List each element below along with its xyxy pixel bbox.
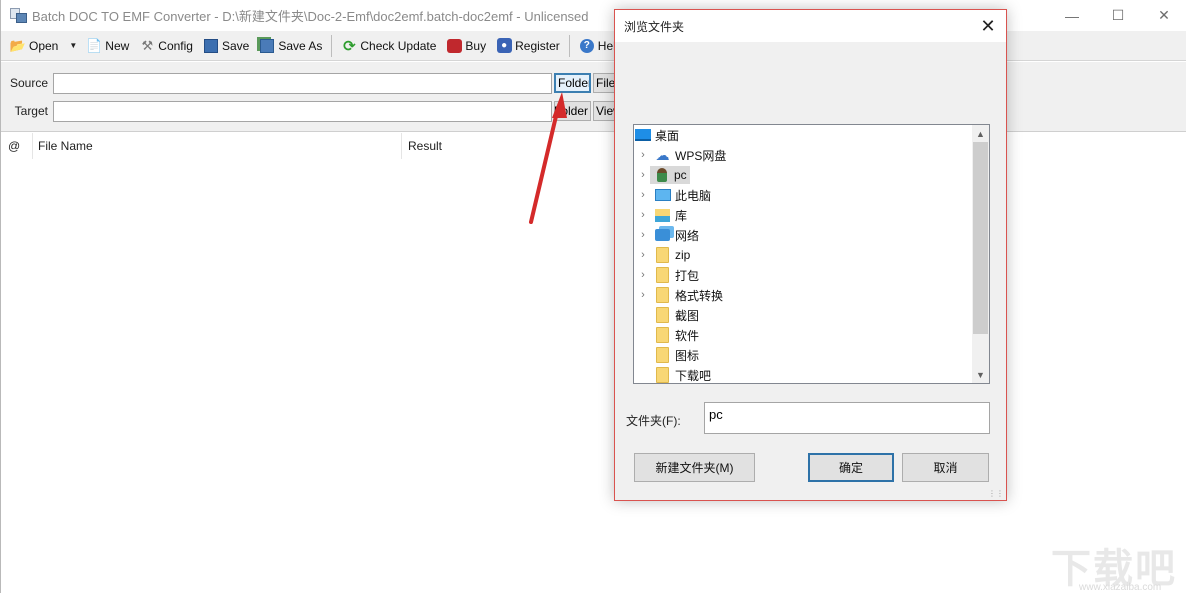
app-icon (10, 7, 28, 24)
scrollbar-thumb[interactable] (973, 142, 988, 334)
user-folder-icon (653, 167, 670, 183)
source-label: Source (9, 76, 48, 90)
tools-icon: ⚒ (141, 37, 154, 53)
file-list-header: @ File Name Result (1, 133, 1186, 159)
tree-item-wps-drive[interactable]: › ☁ WPS网盘 (634, 145, 970, 165)
selected-highlight: pc (650, 166, 690, 184)
tree-item-zip[interactable]: › zip (634, 245, 970, 265)
scroll-up-icon[interactable]: ▲ (972, 125, 989, 142)
toolbar-separator (331, 34, 333, 57)
expand-chevron-icon[interactable]: › (636, 249, 650, 261)
user-icon: ● (496, 38, 512, 54)
dialog-close-button[interactable]: ✕ (976, 14, 1000, 38)
folder-icon (654, 287, 671, 303)
maximize-button[interactable]: ☐ (1095, 0, 1141, 31)
help-icon: ? (579, 38, 595, 54)
ok-button[interactable]: 确定 (808, 453, 894, 482)
target-label: Target (14, 104, 48, 118)
browse-folder-dialog: 浏览文件夹 ✕ 桌面 › ☁ WPS网盘 › pc › 此电脑 › 库 › 网络… (614, 9, 1007, 501)
network-icon (654, 227, 671, 243)
config-button[interactable]: ⚒ Config (136, 34, 196, 58)
title-bar: Batch DOC TO EMF Converter - D:\新建文件夹\Do… (1, 0, 1186, 31)
expand-chevron-icon[interactable]: › (636, 169, 650, 181)
expand-chevron-icon[interactable]: › (636, 209, 650, 221)
new-document-icon: 📄 (86, 37, 103, 53)
floppy-save-icon (203, 38, 219, 54)
tree-item-pc[interactable]: › pc (634, 165, 970, 185)
open-dropdown-icon[interactable]: ▼ (69, 41, 77, 50)
folder-name-input[interactable]: pc (704, 402, 990, 434)
tree-item-xiazaiba[interactable]: 下载吧 (634, 365, 970, 383)
close-button[interactable]: ✕ (1141, 0, 1186, 31)
new-button[interactable]: 📄 New (83, 34, 132, 58)
expand-chevron-icon[interactable]: › (636, 269, 650, 281)
tree-item-software[interactable]: 软件 (634, 325, 970, 345)
library-icon (654, 207, 671, 223)
tree-item-this-pc[interactable]: › 此电脑 (634, 185, 970, 205)
save-as-icon (259, 38, 275, 54)
tree-item-icons[interactable]: 图标 (634, 345, 970, 365)
dialog-title: 浏览文件夹 (624, 19, 685, 34)
resize-grip-icon[interactable]: ⋮⋮ (988, 489, 1004, 498)
cancel-button[interactable]: 取消 (902, 453, 989, 482)
target-view-button[interactable]: View (593, 101, 615, 121)
toolbar: 📂 Open ▼ 📄 New ⚒ Config Save Save As ⟳ C… (1, 31, 1186, 61)
tree-scrollbar[interactable]: ▲ ▼ (972, 125, 989, 383)
folder-icon (654, 347, 671, 363)
minimize-button[interactable]: — (1049, 0, 1095, 31)
target-input[interactable] (53, 100, 552, 122)
source-folder-button[interactable]: Folder (554, 73, 591, 93)
target-folder-button[interactable]: Folder (554, 101, 591, 121)
target-row: Target Folder View (1, 99, 701, 123)
cart-icon (446, 38, 462, 54)
expand-chevron-icon[interactable]: › (636, 289, 650, 301)
desktop-icon (634, 127, 651, 143)
refresh-icon: ⟳ (343, 37, 356, 55)
folder-icon (654, 307, 671, 323)
column-status[interactable]: @ (1, 133, 33, 159)
save-as-button[interactable]: Save As (256, 34, 325, 58)
new-folder-button[interactable]: 新建文件夹(M) (634, 453, 755, 482)
expand-chevron-icon[interactable]: › (636, 189, 650, 201)
folder-icon (654, 367, 671, 383)
tree-item-pack[interactable]: › 打包 (634, 265, 970, 285)
cloud-icon: ☁ (655, 146, 670, 163)
expand-chevron-icon[interactable]: › (636, 149, 650, 161)
tree-item-format-convert[interactable]: › 格式转换 (634, 285, 970, 305)
folder-name-label: 文件夹(F): (626, 414, 681, 428)
scroll-down-icon[interactable]: ▼ (972, 366, 989, 383)
open-folder-icon: 📂 (9, 37, 27, 53)
watermark: 下载吧 www.xiazaiba.com (1051, 547, 1177, 593)
main-window: Batch DOC TO EMF Converter - D:\新建文件夹\Do… (0, 0, 1186, 593)
tree-item-desktop[interactable]: 桌面 (634, 125, 970, 145)
toolbar-separator (568, 34, 570, 57)
save-button[interactable]: Save (200, 34, 252, 58)
file-list[interactable] (1, 159, 1186, 593)
source-input[interactable] (53, 72, 552, 94)
tree-item-library[interactable]: › 库 (634, 205, 970, 225)
source-row: Source Folder File (1, 71, 701, 95)
window-title: Batch DOC TO EMF Converter - D:\新建文件夹\Do… (32, 9, 589, 24)
folder-icon (654, 247, 671, 263)
buy-button[interactable]: Buy (443, 34, 489, 58)
folder-icon (654, 327, 671, 343)
computer-icon (654, 187, 671, 203)
folder-icon (654, 267, 671, 283)
paths-panel: Source Folder File Target Folder View (1, 62, 1186, 132)
folder-tree[interactable]: 桌面 › ☁ WPS网盘 › pc › 此电脑 › 库 › 网络 › zip ›… (633, 124, 990, 384)
register-button[interactable]: ● Register (493, 34, 563, 58)
check-update-button[interactable]: ⟳ Check Update (338, 34, 439, 58)
dialog-title-bar: 浏览文件夹 ✕ (615, 10, 1006, 42)
column-file-name[interactable]: File Name (33, 133, 402, 159)
source-file-button[interactable]: File (593, 73, 615, 93)
tree-item-screenshots[interactable]: 截图 (634, 305, 970, 325)
open-button[interactable]: 📂 Open (7, 34, 61, 58)
expand-chevron-icon[interactable]: › (636, 229, 650, 241)
tree-item-network[interactable]: › 网络 (634, 225, 970, 245)
